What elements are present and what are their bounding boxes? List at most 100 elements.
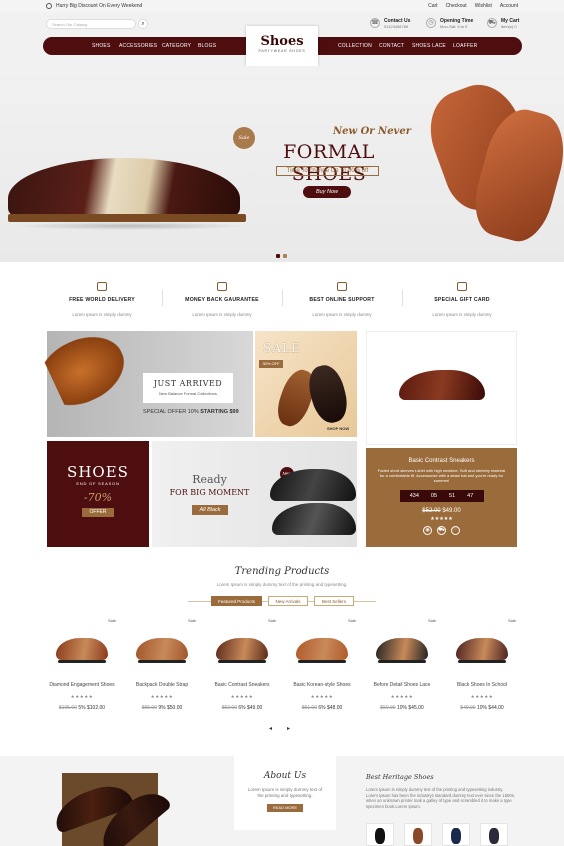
product-discount: 9% — [158, 705, 166, 711]
product-current-price: $49.00 — [247, 705, 263, 711]
hero-subtitle: Time To change Up To 50% off — [276, 166, 379, 176]
ready-text: Ready — [192, 473, 227, 486]
phone-icon: ☎ — [370, 18, 380, 28]
product-image[interactable] — [376, 638, 428, 663]
cart-icon[interactable]: ⛟ — [437, 526, 446, 535]
top-link-checkout[interactable]: Checkout — [446, 3, 467, 9]
product-card[interactable]: Sale Black Shoes In School ★★★★★ $49.00 10%… — [444, 618, 520, 711]
product-discount: 6% — [318, 705, 326, 711]
product-name[interactable]: Backpack Double Strap — [124, 682, 200, 688]
clock-icon — [46, 3, 52, 9]
product-price: $55.00 9% $50.00 — [124, 705, 200, 711]
nav-contact[interactable]: CONTACT — [379, 43, 404, 49]
logo-tagline: PARTYWEAR SHOES — [258, 49, 306, 53]
buy-now-button[interactable]: Buy Now — [303, 186, 351, 198]
clock-icon: ◷ — [426, 18, 436, 28]
heritage-thumb-3[interactable] — [442, 823, 470, 846]
slider-dot-2[interactable] — [283, 254, 287, 258]
cart-info[interactable]: ⛟ My Cart item(s) 0 — [487, 18, 519, 30]
product-discount: 10% — [476, 705, 487, 711]
nav-accessories[interactable]: ACCESSORIES — [119, 43, 157, 49]
logo[interactable]: Shoes PARTYWEAR SHOES — [246, 26, 318, 66]
wishlist-icon[interactable]: ♡ — [451, 526, 460, 535]
product-rating: ★★★★★ — [310, 694, 334, 699]
search-input[interactable]: Search Our Catalog — [46, 19, 136, 29]
prev-arrow-icon[interactable]: ◂ — [269, 725, 272, 732]
product-card[interactable]: Sale Basic Korean-style Shoes ★★★★★ $51.00 … — [284, 618, 360, 711]
product-name[interactable]: Diamond Engagement Shoes — [44, 682, 120, 688]
product-current-price: $50.00 — [167, 705, 183, 711]
trending-title: Trending Products — [234, 566, 330, 577]
feature-title: MONEY BACK GAURANTEE — [185, 297, 259, 303]
sale-title: SALE — [263, 341, 301, 355]
read-more-button[interactable]: READ MORE — [267, 804, 303, 812]
feature-title: FREE WORLD DELIVERY — [69, 297, 135, 303]
slider-dot-1[interactable] — [276, 254, 280, 258]
shop-now-link[interactable]: SHOP NOW — [327, 426, 349, 431]
heritage-thumb-4[interactable] — [480, 823, 508, 846]
tab-best-sellers[interactable]: Best Sellers — [314, 596, 354, 606]
top-link-cart[interactable]: Cart — [428, 3, 437, 9]
product-old-price: $50.00 — [380, 705, 396, 711]
support-icon — [337, 282, 347, 291]
search-icon[interactable]: ⌕ — [138, 19, 148, 29]
banner-just-arrived[interactable]: JUST ARRIVED New Balance Formal Collecti… — [41, 324, 253, 437]
product-price: $105.00 5% $102.00 — [44, 705, 120, 711]
product-rating: ★★★★★ — [70, 694, 94, 699]
quickview-icon[interactable]: ◉ — [423, 526, 432, 535]
product-card[interactable]: Sale Backpack Double Strap ★★★★★ $55.00 9% … — [124, 618, 200, 711]
feature-sub: Lorem Ipsum is simply dummy — [72, 312, 132, 317]
sale-label: Sale — [507, 618, 516, 623]
product-name[interactable]: Black Shoes In School — [444, 682, 520, 688]
next-arrow-icon[interactable]: ▸ — [287, 725, 290, 732]
feature-sub: Lorem Ipsum is simply dummy — [312, 312, 372, 317]
special-offer: SPECIAL OFFER 10% STARTING $99 — [143, 409, 243, 415]
nav-loaffer[interactable]: LOAFFER — [453, 43, 477, 49]
contact-value: 01123456789 — [384, 24, 409, 29]
heritage-thumb-2[interactable] — [404, 823, 432, 846]
banner-end-season[interactable]: SHOES END OF SEASON -70% OFFER — [47, 441, 149, 547]
banner-sale[interactable]: SALE 30% OFF SHOP NOW — [255, 331, 357, 437]
product-name[interactable]: Before Detail Shoes Lace — [364, 682, 440, 688]
product-card[interactable]: Sale Before Detail Shoes Lace ★★★★★ $50.00 … — [364, 618, 440, 711]
top-link-account[interactable]: Account — [500, 3, 518, 9]
sale-label: Sale — [427, 618, 436, 623]
product-image[interactable] — [296, 638, 348, 663]
product-rating: ★★★★★ — [470, 694, 494, 699]
product-image[interactable] — [456, 638, 508, 663]
product-rating: ★★★★★ — [230, 694, 254, 699]
loafer-image — [41, 324, 135, 412]
heritage-thumb-1[interactable] — [366, 823, 394, 846]
product-card[interactable]: Sale Basic Contrast Sneakers ★★★★★ $52.00 6… — [204, 618, 280, 711]
nav-category[interactable]: CATEGORY — [162, 43, 191, 49]
offer-button[interactable]: OFFER — [82, 508, 114, 517]
product-name[interactable]: Basic Contrast Sneakers — [204, 682, 280, 688]
top-link-wishlist[interactable]: Wishlist — [475, 3, 492, 9]
deal-image[interactable] — [366, 331, 517, 445]
countdown-timer: 434 05 51 47 — [399, 490, 484, 502]
deal-price: $52.00 $49.00 — [366, 508, 517, 514]
feature-sub: Lorem Ipsum is simply dummy — [192, 312, 252, 317]
deal-card: Basic Contrast Sneakers Faded short slee… — [366, 448, 517, 547]
nav-blogs[interactable]: BLOGS — [198, 43, 216, 49]
product-old-price: $51.00 — [301, 705, 317, 711]
offer-text: SPECIAL OFFER 10% — [143, 409, 199, 415]
deal-title[interactable]: Basic Contrast Sneakers — [366, 458, 517, 464]
heritage-block: Best Heritage Shoes Lorem Ipsum is simpl… — [366, 773, 516, 809]
tab-featured[interactable]: Featured Products — [211, 596, 262, 606]
nav-shoes-lace[interactable]: SHOES LACE — [412, 43, 446, 49]
product-image[interactable] — [136, 638, 188, 663]
tab-new-arrivals[interactable]: New Arrivals — [268, 596, 308, 606]
nav-collection[interactable]: COLLECTION — [338, 43, 372, 49]
all-black-button[interactable]: All Black — [192, 505, 228, 515]
money-bag-icon — [217, 282, 227, 291]
banner-ready[interactable]: Ready FOR BIG MOMENT All Black New — [152, 441, 357, 547]
product-image[interactable] — [56, 638, 108, 663]
feature-gift: SPECIAL GIFT CARD Lorem Ipsum is simply d… — [402, 282, 522, 321]
nav-shoes[interactable]: SHOES — [92, 43, 111, 49]
product-card[interactable]: Sale Diamond Engagement Shoes ★★★★★ $105.00… — [44, 618, 120, 711]
about-card: About Us Lorem Ipsum is simply dummy tex… — [234, 756, 336, 830]
product-image[interactable] — [216, 638, 268, 663]
product-name[interactable]: Basic Korean-style Shoes — [284, 682, 360, 688]
product-old-price: $55.00 — [141, 705, 157, 711]
